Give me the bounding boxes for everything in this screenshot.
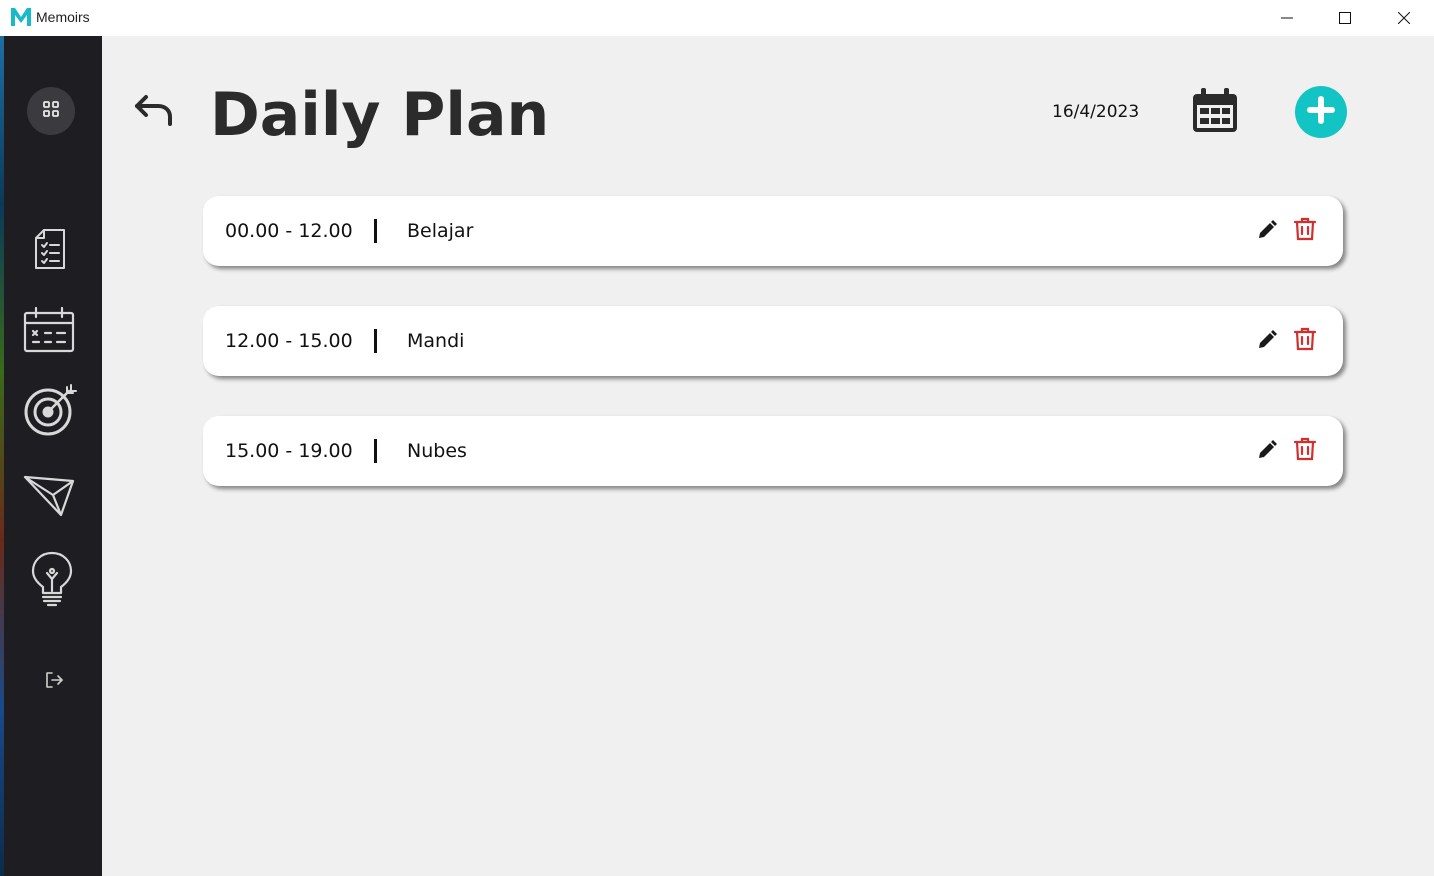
back-button[interactable] — [132, 92, 176, 132]
plan-time: 12.00 - 15.00 — [225, 330, 353, 352]
selected-date: 16/4/2023 — [1052, 102, 1140, 122]
plan-separator — [374, 219, 377, 243]
add-plan-button[interactable] — [1295, 86, 1347, 138]
checklist-document-icon — [33, 228, 67, 274]
maximize-button[interactable] — [1316, 0, 1374, 36]
window-title: Memoirs — [36, 9, 90, 25]
sidebar-item-daily-plan[interactable] — [22, 306, 76, 357]
pencil-icon — [1257, 220, 1277, 244]
plan-time: 00.00 - 12.00 — [225, 220, 353, 242]
target-icon — [23, 383, 77, 441]
plan-item: 15.00 - 19.00 Nubes — [203, 416, 1343, 486]
date-picker-button[interactable] — [1188, 88, 1242, 138]
plan-separator — [374, 329, 377, 353]
plan-time: 15.00 - 19.00 — [225, 440, 353, 462]
sidebar-item-dashboard[interactable] — [27, 87, 75, 135]
page-title: Daily Plan — [210, 80, 550, 150]
close-button[interactable] — [1375, 0, 1433, 36]
pencil-icon — [1257, 440, 1277, 464]
trash-icon — [1293, 327, 1317, 355]
calendar-icon — [23, 306, 75, 357]
window-titlebar: Memoirs — [0, 0, 1434, 36]
plan-name: Mandi — [407, 330, 465, 352]
main-content: Daily Plan 16/4/2023 00.00 - 12.00 Belaj… — [102, 36, 1434, 876]
plan-name: Nubes — [407, 440, 467, 462]
trash-icon — [1293, 437, 1317, 465]
plan-list: 00.00 - 12.00 Belajar 12.00 - 15.00 Mand… — [203, 196, 1343, 526]
undo-arrow-icon — [134, 93, 174, 131]
edit-plan-button[interactable] — [1255, 330, 1279, 354]
calendar-icon — [1191, 88, 1239, 138]
sidebar-item-ideas[interactable] — [30, 551, 74, 611]
delete-plan-button[interactable] — [1293, 437, 1317, 465]
plus-icon — [1306, 95, 1336, 129]
sidebar-item-logout[interactable] — [42, 670, 66, 694]
trash-icon — [1293, 217, 1317, 245]
sidebar-item-messages[interactable] — [22, 474, 76, 520]
minimize-button[interactable] — [1258, 0, 1316, 36]
sidebar-item-notes[interactable] — [30, 228, 70, 274]
paper-plane-icon — [23, 473, 75, 521]
edit-plan-button[interactable] — [1255, 440, 1279, 464]
plan-name: Belajar — [407, 220, 474, 242]
sidebar-item-goals[interactable] — [22, 384, 78, 440]
lightbulb-icon — [31, 551, 73, 611]
pencil-icon — [1257, 330, 1277, 354]
delete-plan-button[interactable] — [1293, 217, 1317, 245]
delete-plan-button[interactable] — [1293, 327, 1317, 355]
sidebar — [4, 36, 102, 876]
plan-item: 12.00 - 15.00 Mandi — [203, 306, 1343, 376]
plan-separator — [374, 439, 377, 463]
plan-item: 00.00 - 12.00 Belajar — [203, 196, 1343, 266]
edit-plan-button[interactable] — [1255, 220, 1279, 244]
logout-icon — [44, 670, 64, 694]
app-logo-icon — [10, 6, 32, 28]
grid-icon — [42, 100, 60, 122]
